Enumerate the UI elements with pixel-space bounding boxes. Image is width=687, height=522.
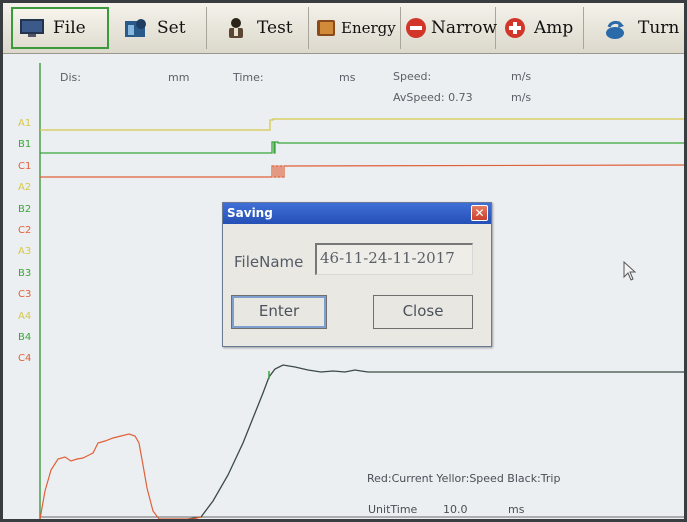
trace-trip [187,364,684,519]
mouse-pointer-icon [623,261,637,281]
enter-button[interactable]: Enter [231,295,327,329]
dialog-title: Saving [227,206,273,220]
filename-input[interactable]: 46-11-24-11-2017 [315,243,473,275]
unit-time-label: UnitTime [368,503,418,516]
close-button[interactable]: Close [373,295,473,329]
unit-time-value: 10.0 [443,503,468,516]
saving-dialog: Saving ✕ FileName 46-11-24-11-2017 Enter… [222,202,492,347]
close-icon[interactable]: ✕ [471,205,488,221]
filename-label: FileName [234,253,304,271]
dialog-title-bar: Saving ✕ [223,203,491,224]
trace-b1 [40,141,684,154]
screen: File Set Test Energy Narrow Amp Turn Dis… [3,3,684,519]
unit-time-unit: ms [508,503,525,516]
trace-a1 [40,118,684,131]
trace-current [39,433,202,519]
legend-text: Red:Current Yellor:Speed Black:Trip [367,472,561,485]
trace-c1 [40,164,684,178]
